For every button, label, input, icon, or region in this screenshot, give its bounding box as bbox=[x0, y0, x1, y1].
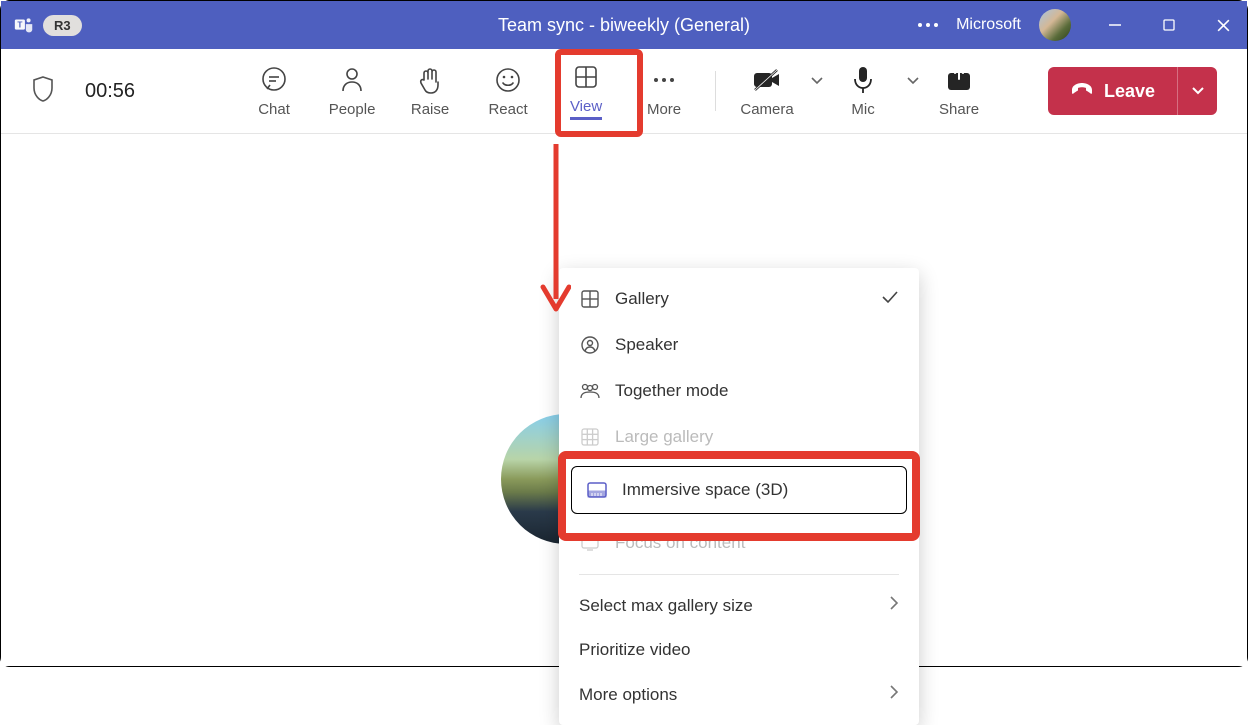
hangup-icon bbox=[1070, 80, 1094, 103]
chevron-right-icon bbox=[889, 684, 899, 705]
camera-chevron-icon[interactable] bbox=[810, 73, 824, 91]
org-label: Microsoft bbox=[956, 16, 1021, 34]
mic-button[interactable]: Mic bbox=[824, 54, 902, 129]
titlebar-right: Microsoft bbox=[918, 9, 1235, 41]
raise-button[interactable]: Raise bbox=[391, 54, 469, 129]
minimize-button[interactable] bbox=[1103, 13, 1127, 37]
chevron-right-icon bbox=[889, 595, 899, 616]
more-button[interactable]: More bbox=[625, 54, 703, 129]
menu-together[interactable]: Together mode bbox=[559, 368, 919, 414]
meeting-title: Team sync - biweekly (General) bbox=[498, 15, 750, 36]
share-button[interactable]: Share bbox=[920, 54, 998, 129]
menu-focus: Focus on content bbox=[559, 520, 919, 566]
menu-focus-label: Focus on content bbox=[615, 533, 745, 553]
menu-prioritize-label: Prioritize video bbox=[579, 640, 691, 660]
meeting-toolbar: 00:56 Chat People Raise React View bbox=[1, 49, 1247, 134]
view-button[interactable]: View bbox=[547, 54, 625, 129]
more-label: More bbox=[647, 101, 681, 118]
people-label: People bbox=[329, 101, 376, 118]
menu-large-gallery-label: Large gallery bbox=[615, 427, 713, 447]
chat-label: Chat bbox=[258, 101, 290, 118]
titlebar-left: T R3 bbox=[13, 14, 82, 36]
teams-logo-icon: T bbox=[13, 14, 35, 36]
view-dropdown: Gallery Speaker Together mode Large gall… bbox=[559, 268, 919, 725]
more-title-icon[interactable] bbox=[918, 23, 938, 27]
react-icon bbox=[494, 65, 522, 95]
toolbar-left: 00:56 bbox=[31, 75, 135, 108]
menu-prioritize[interactable]: Prioritize video bbox=[559, 628, 919, 672]
speaker-icon bbox=[579, 334, 601, 356]
mic-icon bbox=[851, 65, 875, 95]
camera-off-icon bbox=[751, 65, 783, 95]
mic-chevron-icon[interactable] bbox=[906, 73, 920, 91]
share-icon bbox=[945, 65, 973, 95]
camera-label: Camera bbox=[740, 101, 793, 118]
camera-group[interactable]: Camera bbox=[728, 54, 824, 129]
meeting-stage: Gallery Speaker Together mode Large gall… bbox=[1, 134, 1247, 666]
view-grid-icon bbox=[572, 62, 600, 92]
close-button[interactable] bbox=[1211, 13, 1235, 37]
focus-icon bbox=[579, 532, 601, 554]
menu-immersive[interactable]: Immersive space (3D) bbox=[571, 466, 907, 514]
people-icon bbox=[338, 65, 366, 95]
menu-gallery[interactable]: Gallery bbox=[559, 276, 919, 322]
checkmark-icon bbox=[881, 289, 899, 309]
leave-label: Leave bbox=[1104, 81, 1155, 102]
gallery-icon bbox=[579, 288, 601, 310]
menu-more-options[interactable]: More options bbox=[559, 672, 919, 717]
call-timer: 00:56 bbox=[85, 80, 135, 103]
people-button[interactable]: People bbox=[313, 54, 391, 129]
menu-together-label: Together mode bbox=[615, 381, 728, 401]
chat-icon bbox=[259, 65, 289, 95]
menu-gallery-label: Gallery bbox=[615, 289, 669, 309]
leave-button[interactable]: Leave bbox=[1048, 67, 1177, 115]
menu-speaker[interactable]: Speaker bbox=[559, 322, 919, 368]
together-icon bbox=[579, 380, 601, 402]
svg-text:T: T bbox=[17, 20, 22, 29]
raise-label: Raise bbox=[411, 101, 449, 118]
leave-split-button[interactable] bbox=[1177, 67, 1217, 115]
menu-speaker-label: Speaker bbox=[615, 335, 678, 355]
immersive-icon bbox=[586, 479, 608, 501]
react-button[interactable]: React bbox=[469, 54, 547, 129]
titlebar: T R3 Team sync - biweekly (General) Micr… bbox=[1, 1, 1247, 49]
menu-immersive-label: Immersive space (3D) bbox=[622, 480, 788, 500]
toolbar-divider bbox=[715, 71, 716, 111]
mic-group[interactable]: Mic bbox=[824, 54, 920, 129]
release-badge: R3 bbox=[43, 15, 82, 36]
react-label: React bbox=[488, 101, 527, 118]
camera-button[interactable]: Camera bbox=[728, 54, 806, 129]
more-icon bbox=[650, 65, 678, 95]
view-label: View bbox=[570, 98, 602, 120]
maximize-button[interactable] bbox=[1157, 13, 1181, 37]
mic-label: Mic bbox=[851, 101, 874, 118]
menu-more-options-label: More options bbox=[579, 685, 677, 705]
raise-hand-icon bbox=[416, 65, 444, 95]
menu-separator bbox=[579, 574, 899, 575]
menu-max-gallery[interactable]: Select max gallery size bbox=[559, 583, 919, 628]
shield-icon[interactable] bbox=[31, 75, 55, 108]
share-label: Share bbox=[939, 101, 979, 118]
window-controls bbox=[1103, 13, 1235, 37]
user-avatar[interactable] bbox=[1039, 9, 1071, 41]
chat-button[interactable]: Chat bbox=[235, 54, 313, 129]
menu-max-gallery-label: Select max gallery size bbox=[579, 596, 753, 616]
leave-group: Leave bbox=[1048, 67, 1217, 115]
menu-large-gallery: Large gallery bbox=[559, 414, 919, 460]
large-gallery-icon bbox=[579, 426, 601, 448]
